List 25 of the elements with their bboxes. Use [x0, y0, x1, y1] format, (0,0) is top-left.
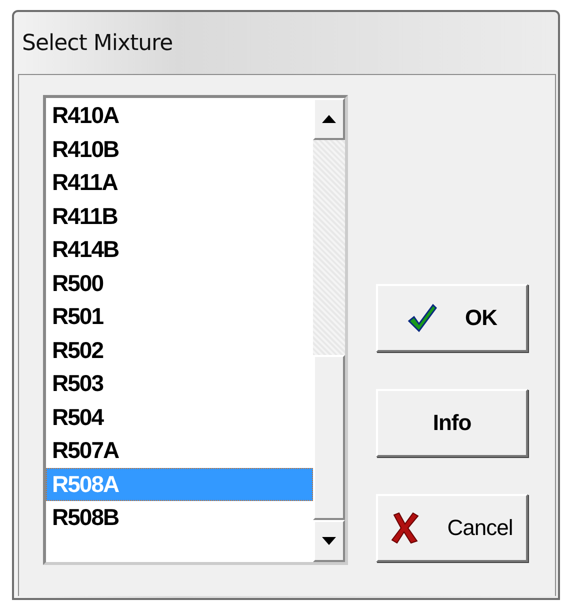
scroll-up-button[interactable]	[313, 98, 345, 140]
down-arrow-icon	[322, 537, 336, 545]
list-item[interactable]: R411B	[46, 200, 313, 233]
list-item[interactable]: R500	[46, 266, 313, 300]
window-title: Select Mixture	[21, 30, 173, 56]
scroll-thumb[interactable]	[313, 355, 345, 520]
list-item[interactable]: R414B	[46, 233, 313, 266]
list-item[interactable]: R508B	[46, 501, 313, 534]
scroll-down-button[interactable]	[313, 520, 345, 562]
mixture-list[interactable]: R410A R410B R411A R411B R414B R500 R501 R502 R503 R504 R507A R508A R508B	[43, 95, 348, 565]
list-item[interactable]: R504	[46, 400, 313, 434]
close-icon	[391, 512, 420, 544]
list-item[interactable]: R410B	[46, 132, 313, 166]
up-arrow-icon	[322, 115, 336, 123]
ok-button[interactable]: OK	[376, 284, 528, 352]
list-item[interactable]: R410A	[46, 99, 313, 132]
list-item[interactable]: R411A	[46, 166, 313, 200]
info-button[interactable]: Info	[376, 389, 528, 457]
list-item[interactable]: R501	[46, 300, 313, 334]
cancel-button[interactable]: Cancel	[376, 494, 528, 562]
list-item[interactable]: R503	[46, 367, 313, 400]
list-item[interactable]: R507A	[46, 434, 313, 468]
checkmark-icon	[407, 303, 437, 333]
scrollbar[interactable]	[313, 98, 345, 562]
list-item[interactable]: R502	[46, 334, 313, 367]
